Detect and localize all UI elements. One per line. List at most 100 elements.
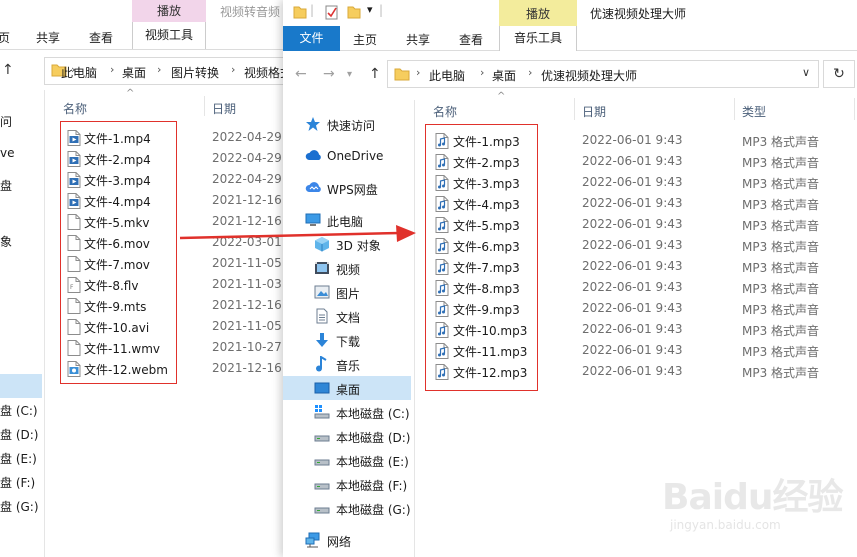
documents-folder-icon [314, 308, 330, 324]
nav-item[interactable]: 音乐 [283, 352, 411, 376]
crumb-this-pc[interactable]: 此电脑 [429, 67, 465, 84]
drive-icon [314, 476, 330, 492]
file-date: 2021-12-16 [212, 361, 282, 375]
back-column-name[interactable]: 名称 [63, 100, 87, 117]
nav-item[interactable]: 桌面 [283, 376, 411, 400]
star-icon [305, 116, 321, 132]
back-tab-video-tools[interactable]: 视频工具 [132, 22, 206, 49]
back-context-tab-header: 播放 [132, 0, 206, 22]
tab-file[interactable]: 文件 [283, 26, 340, 51]
crumb-image-convert[interactable]: 图片转换 [171, 64, 219, 81]
navigation-pane: 快速访问 OneDrive WPS网盘 此电脑 3D 对象 视频 图片 文档 下载 音乐 桌面 本地磁… [283, 110, 411, 557]
breadcrumb-separator: › [231, 63, 236, 76]
nav-item[interactable]: 文档 [283, 304, 411, 328]
back-pane-divider [44, 90, 45, 557]
nav-item-label: 桌面 [336, 383, 361, 397]
properties-icon[interactable] [325, 5, 339, 20]
tab-music-tools[interactable]: 音乐工具 [499, 26, 577, 51]
file-date: 2022-06-01 9:43 [582, 154, 683, 168]
back-sidebar-item[interactable]: ve [0, 146, 14, 160]
crumb-this-pc[interactable]: 此电脑 [61, 64, 97, 81]
network-icon [305, 532, 321, 548]
file-date: 2021-11-03 [212, 277, 282, 291]
video-folder-icon [314, 260, 330, 276]
back-breadcrumb[interactable]: › 此电脑 › 桌面 › 图片转换 › 视频格式 [44, 57, 300, 85]
file-type: MP3 格式声音 [742, 198, 820, 212]
nav-item[interactable]: 本地磁盘 (E:) [283, 448, 411, 472]
nav-item-label: 文档 [336, 311, 361, 325]
back-address-bar: ↑ › 此电脑 › 桌面 › 图片转换 › 视频格式 [0, 57, 300, 85]
file-date: 2022-04-29 [212, 172, 282, 186]
back-sidebar-drive-g[interactable]: 盘 (G:) [0, 498, 39, 515]
back-tab-share[interactable]: 共享 [36, 29, 60, 46]
sort-up-icon: ^ [497, 91, 506, 102]
nav-item-label: WPS网盘 [327, 183, 378, 197]
back-window-title: 视频转音频 [220, 5, 281, 19]
nav-item-label: 图片 [336, 287, 361, 301]
back-sidebar-drive-d[interactable]: 盘 (D:) [0, 426, 38, 443]
tab-view[interactable]: 查看 [459, 31, 483, 48]
file-date: 2021-12-16 [212, 298, 282, 312]
file-date: 2022-06-01 9:43 [582, 175, 683, 189]
watermark-url: jingyan.baidu.com [670, 518, 781, 532]
toolbar-separator: | [379, 3, 384, 17]
crumb-desktop[interactable]: 桌面 [122, 64, 146, 81]
up-arrow-icon[interactable]: ↑ [369, 66, 381, 82]
back-tab-home[interactable]: 页 [0, 29, 10, 46]
customize-toolbar-icon[interactable]: ▾ [367, 3, 373, 16]
back-sidebar-item[interactable]: 盘 [0, 177, 12, 194]
drive-icon [314, 428, 330, 444]
column-name[interactable]: 名称 [433, 103, 457, 120]
file-date: 2021-11-05 [212, 256, 282, 270]
breadcrumb-separator: › [528, 66, 533, 79]
breadcrumb-separator: › [416, 66, 421, 79]
tab-share[interactable]: 共享 [406, 31, 430, 48]
pictures-folder-icon [314, 284, 330, 300]
cloud-icon [305, 148, 321, 164]
breadcrumb-separator: › [157, 63, 162, 76]
tab-home[interactable]: 主页 [353, 31, 377, 48]
nav-item-label: OneDrive [327, 149, 384, 163]
front-address-bar[interactable]: › 此电脑 › 桌面 › 优速视频处理大师 ∨ [387, 60, 819, 88]
nav-item-label: 本地磁盘 (D:) [336, 431, 411, 445]
forward-arrow-icon[interactable]: → [323, 66, 335, 82]
nav-item[interactable]: OneDrive [283, 144, 411, 168]
file-date: 2021-11-05 [212, 319, 282, 333]
nav-item[interactable]: 本地磁盘 (C:) [283, 400, 411, 424]
nav-item[interactable]: 图片 [283, 280, 411, 304]
back-arrow-icon[interactable]: ← [295, 66, 307, 82]
chevron-down-icon[interactable]: ∨ [802, 66, 810, 79]
system-drive-icon [314, 404, 330, 420]
nav-item-label: 本地磁盘 (E:) [336, 455, 409, 469]
file-date: 2022-06-01 9:43 [582, 238, 683, 252]
nav-item-label: 本地磁盘 (C:) [336, 407, 410, 421]
crumb-desktop[interactable]: 桌面 [492, 67, 516, 84]
back-sidebar-drive-f[interactable]: 盘 (F:) [0, 474, 35, 491]
column-date[interactable]: 日期 [582, 103, 606, 120]
folder-icon[interactable] [293, 5, 307, 19]
up-arrow-icon[interactable]: ↑ [2, 62, 14, 78]
nav-item[interactable]: 本地磁盘 (D:) [283, 424, 411, 448]
back-sidebar-drive-e[interactable]: 盘 (E:) [0, 450, 37, 467]
nav-item[interactable]: 视频 [283, 256, 411, 280]
recent-locations-icon[interactable]: ▾ [347, 69, 352, 80]
nav-item[interactable]: 网络 [283, 528, 411, 552]
nav-item[interactable]: WPS网盘 [283, 176, 411, 200]
annotation-arrow [179, 225, 416, 242]
column-type[interactable]: 类型 [742, 103, 766, 120]
crumb-current-folder[interactable]: 优速视频处理大师 [541, 67, 637, 84]
back-sidebar-drive-c[interactable]: 盘 (C:) [0, 402, 38, 419]
new-folder-icon[interactable] [347, 5, 361, 19]
file-type: MP3 格式声音 [742, 156, 820, 170]
back-sidebar-item[interactable]: 问 [0, 113, 12, 130]
file-date: 2022-06-01 9:43 [582, 133, 683, 147]
back-column-date[interactable]: 日期 [212, 100, 236, 117]
nav-item[interactable]: 下载 [283, 328, 411, 352]
nav-item[interactable]: 本地磁盘 (F:) [283, 472, 411, 496]
nav-item[interactable]: 快速访问 [283, 112, 411, 136]
back-sidebar-item[interactable]: 象 [0, 233, 12, 250]
file-type: MP3 格式声音 [742, 219, 820, 233]
refresh-button[interactable]: ↻ [823, 60, 855, 88]
nav-item[interactable]: 本地磁盘 (G:) [283, 496, 411, 520]
back-tab-view[interactable]: 查看 [89, 29, 113, 46]
